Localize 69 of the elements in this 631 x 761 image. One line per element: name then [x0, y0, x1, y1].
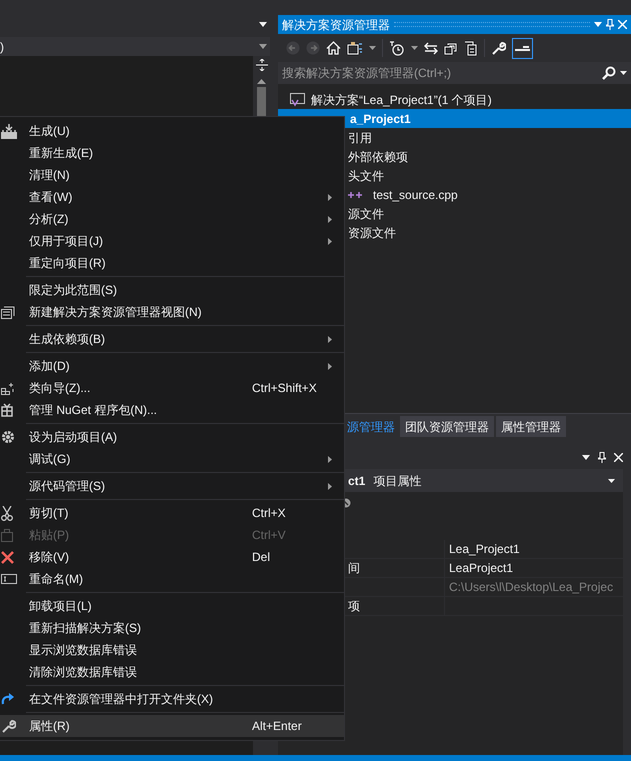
object-type: 项目属性 [373, 472, 422, 490]
home-icon[interactable] [326, 41, 341, 55]
sync-icon[interactable] [424, 42, 438, 54]
panel-tab[interactable]: 属性管理器 [496, 416, 566, 437]
tree-item[interactable]: 解决方案“Lea_Project1”(1 个项目) [278, 90, 631, 109]
pin-icon[interactable] [598, 452, 606, 462]
close-icon[interactable] [614, 452, 623, 462]
dropdown-icon[interactable] [411, 46, 418, 50]
dropdown-icon[interactable] [620, 71, 627, 75]
panel-title: 解决方案资源管理器 [282, 16, 390, 34]
search-field[interactable]: 搜索解决方案资源管理器(Ctrl+;) [278, 62, 602, 84]
preview-button[interactable] [512, 38, 533, 58]
search-icon[interactable] [602, 66, 616, 80]
panel-tab[interactable]: 团队资源管理器 [400, 416, 494, 437]
menu-item[interactable]: 重定向项目(R) [0, 252, 344, 274]
menu-item[interactable]: 在文件资源管理器中打开文件夹(X) [0, 688, 344, 710]
scissors-icon [1, 506, 13, 520]
dropdown-icon [259, 44, 267, 49]
menu-item[interactable]: 类向导(Z)... Ctrl+Shift+X [0, 377, 344, 399]
build-icon [1, 124, 17, 138]
files-icon[interactable] [464, 40, 478, 56]
window-icon [1, 306, 15, 318]
clock-icon[interactable] [389, 40, 405, 56]
menu-item[interactable]: 设为启动项目(A) [0, 426, 344, 448]
package-icon [1, 403, 13, 417]
close-icon [1, 550, 14, 564]
menu-item[interactable]: 剪切(T) Ctrl+X [0, 502, 344, 524]
object-name: ct1 [348, 472, 366, 490]
collapse-icon[interactable] [444, 42, 458, 54]
wizard-icon [1, 382, 15, 394]
cpp-file-icon [348, 190, 363, 198]
menu-item[interactable]: 显示浏览数据库错误 [0, 639, 344, 661]
dropdown-icon [608, 478, 615, 482]
menu-item[interactable]: 仅用于项目(J) [0, 230, 344, 252]
dropdown-icon[interactable] [582, 454, 590, 460]
back-icon[interactable] [286, 41, 300, 55]
property-value: Lea_Project1 [449, 541, 520, 558]
settings-icon [1, 430, 15, 444]
menu-item[interactable]: 生成依赖项(B) [0, 328, 344, 350]
scroll-up-icon[interactable] [257, 79, 266, 84]
solution-icon [290, 92, 305, 106]
menu-item[interactable]: 调试(G) [0, 448, 344, 470]
folder-switch-icon[interactable] [347, 41, 363, 55]
forward-icon[interactable] [306, 41, 320, 55]
menu-item[interactable]: 添加(D) [0, 355, 344, 377]
menu-item[interactable]: 分析(Z) [0, 208, 344, 230]
rename-icon [1, 574, 17, 584]
split-icon[interactable] [256, 59, 268, 71]
wrench-icon[interactable] [491, 40, 506, 56]
dropdown-icon[interactable] [259, 22, 267, 27]
dropdown-icon[interactable] [369, 46, 376, 50]
menu-item[interactable]: 属性(R) Alt+Enter [0, 715, 344, 737]
menu-item[interactable]: 限定为此范围(S) [0, 279, 344, 301]
property-name: 间 [348, 560, 360, 577]
clipboard-icon [1, 528, 13, 542]
property-value: C:\Users\l\Desktop\Lea_Projec [449, 579, 614, 596]
menu-item[interactable]: 清除浏览数据库错误 [0, 661, 344, 683]
search-options-button[interactable] [602, 62, 631, 84]
wrench-icon [1, 718, 16, 734]
preview-icon [515, 44, 530, 52]
menu-item[interactable]: 重新扫描解决方案(S) [0, 617, 344, 639]
redo-arrow-icon [1, 693, 15, 705]
property-value: LeaProject1 [449, 560, 514, 577]
menu-item[interactable]: 重新生成(E) [0, 142, 344, 164]
menu-item[interactable]: 清理(N) [0, 164, 344, 186]
menu-item[interactable]: 管理 NuGet 程序包(N)... [0, 399, 344, 421]
dropdown-field[interactable]: ) [0, 37, 270, 56]
property-name: 项 [348, 598, 360, 615]
menu-item[interactable]: 新建解决方案资源管理器视图(N) [0, 301, 344, 323]
